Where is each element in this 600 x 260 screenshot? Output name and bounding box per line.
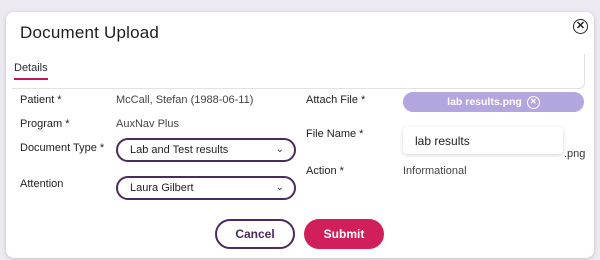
file-name-input[interactable]: lab results xyxy=(403,127,563,154)
patient-label: Patient * xyxy=(20,94,62,106)
close-glyph: ✕ xyxy=(575,20,586,32)
file-extension: .png xyxy=(564,148,586,160)
remove-file-icon[interactable]: ✕ xyxy=(526,95,540,109)
submit-button[interactable]: Submit xyxy=(304,219,384,249)
attached-file-name: lab results.png xyxy=(447,96,522,108)
tab-details[interactable]: Details xyxy=(14,62,48,80)
program-label: Program * xyxy=(20,118,70,130)
attention-value: Laura Gilbert xyxy=(130,182,194,194)
attention-select[interactable]: Laura Gilbert ⌄ xyxy=(116,176,296,200)
document-type-label: Document Type * xyxy=(20,142,105,154)
attach-file-label: Attach File * xyxy=(306,94,366,106)
tab-strip xyxy=(12,54,585,89)
cancel-button[interactable]: Cancel xyxy=(215,219,295,249)
document-type-value: Lab and Test results xyxy=(130,144,229,156)
file-name-label: File Name * xyxy=(306,128,364,140)
attention-label: Attention xyxy=(20,178,64,190)
chevron-down-icon: ⌄ xyxy=(275,182,284,193)
attached-file-chip: lab results.png ✕ xyxy=(403,92,584,112)
chevron-down-icon: ⌄ xyxy=(275,144,284,155)
close-icon[interactable]: ✕ xyxy=(573,19,588,34)
action-label: Action * xyxy=(306,165,344,177)
patient-value: McCall, Stefan (1988-06-11) xyxy=(116,94,254,106)
action-value: Informational xyxy=(403,165,467,177)
dialog-title: Document Upload xyxy=(20,23,160,42)
document-upload-dialog: Document Upload ✕ Details Patient * McCa… xyxy=(6,12,594,258)
program-value: AuxNav Plus xyxy=(116,118,179,130)
document-type-select[interactable]: Lab and Test results ⌄ xyxy=(116,138,296,162)
